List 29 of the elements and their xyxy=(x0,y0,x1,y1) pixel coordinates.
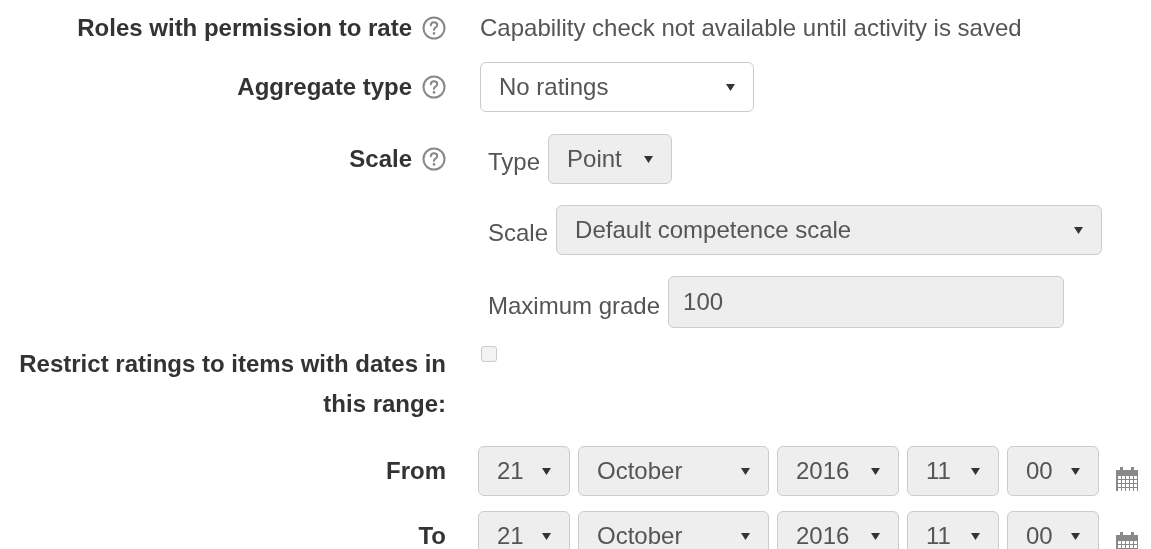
field-label: To xyxy=(418,521,446,549)
field-label: Scale xyxy=(488,218,549,248)
field-label: Scale xyxy=(349,144,412,174)
caret-icon xyxy=(1074,226,1084,234)
field-label: From xyxy=(386,456,446,486)
caret-icon xyxy=(871,532,880,540)
caret-icon xyxy=(726,83,735,91)
caret-icon xyxy=(971,532,980,540)
caret-icon xyxy=(1071,532,1080,540)
checkbox[interactable] xyxy=(481,346,497,362)
caret-icon xyxy=(542,532,551,540)
caret-icon xyxy=(1071,467,1080,475)
caret-icon xyxy=(741,532,750,540)
info-text: Capability check not available until activity is saved xyxy=(480,13,1022,43)
help-icon[interactable] xyxy=(422,16,446,40)
dropdown[interactable]: No ratings xyxy=(480,62,754,112)
field-label: Type xyxy=(488,147,541,177)
caret-icon xyxy=(971,467,980,475)
caret-icon xyxy=(871,467,880,475)
field-label: Maximum grade xyxy=(488,291,661,321)
help-icon[interactable] xyxy=(422,147,446,171)
field-label: Aggregate type xyxy=(237,72,412,102)
field-label: Restrict ratings to items with dates in this range: xyxy=(18,349,446,419)
caret-icon xyxy=(741,467,750,475)
caret-icon xyxy=(542,467,551,475)
calendar-icon[interactable] xyxy=(1115,466,1139,492)
help-icon[interactable] xyxy=(422,75,446,99)
caret-icon xyxy=(644,155,654,163)
field-label: Roles with permission to rate xyxy=(77,13,412,43)
